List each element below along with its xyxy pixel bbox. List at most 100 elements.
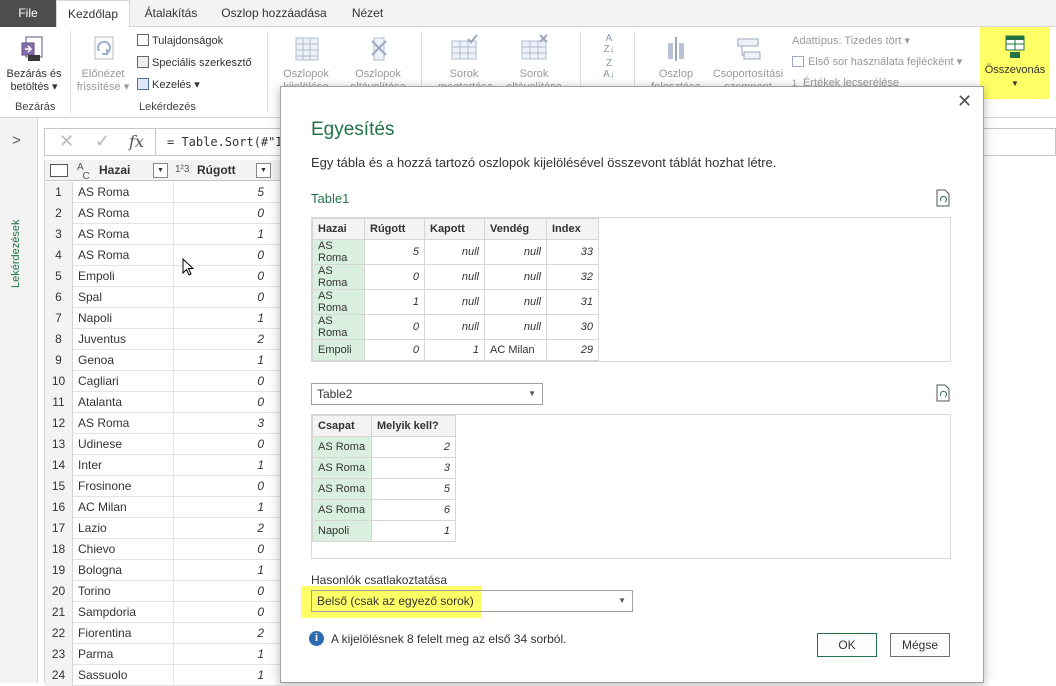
cell-team[interactable]: AS Roma	[78, 224, 129, 245]
table2-cell[interactable]: 3	[371, 457, 456, 479]
data-type-dropdown[interactable]: Adattípus: Tizedes tört ▾	[792, 33, 910, 49]
table1-cell[interactable]: null	[424, 239, 485, 265]
close-load-button[interactable]: Bezárás és betöltés ▾	[4, 33, 64, 94]
number-type-icon[interactable]: 1²3	[175, 164, 189, 175]
table1-cell[interactable]: null	[424, 314, 485, 340]
cell-team[interactable]: Juventus	[78, 329, 126, 350]
table-row[interactable]: 23 Parma 1	[45, 644, 281, 665]
group-by-button[interactable]: Csoportosítási szempont	[706, 33, 790, 94]
cell-goals[interactable]: 0	[173, 371, 272, 392]
table1-cell[interactable]: null	[484, 264, 547, 290]
table1-cell[interactable]: AS Roma	[312, 239, 365, 265]
cell-team[interactable]: AS Roma	[78, 182, 129, 203]
table1-cell[interactable]: AS Roma	[312, 264, 365, 290]
table2-cell[interactable]: 6	[371, 499, 456, 521]
cell-goals[interactable]: 5	[173, 182, 272, 203]
table2-select[interactable]: Table2 ▼	[311, 383, 543, 405]
table1-cell[interactable]: Empoli	[312, 339, 365, 361]
table-row[interactable]: 15 Frosinone 0	[45, 476, 281, 497]
cell-team[interactable]: AS Roma	[78, 203, 129, 224]
table-row[interactable]: 1 AS Roma 5	[45, 182, 281, 203]
cell-team[interactable]: Napoli	[78, 308, 112, 329]
cell-goals[interactable]: 1	[173, 350, 272, 371]
choose-columns-button[interactable]: Oszlopok kijelölése	[276, 33, 336, 94]
table1-cell[interactable]: 0	[364, 314, 425, 340]
cell-team[interactable]: Bologna	[78, 560, 122, 581]
advanced-editor-button[interactable]: Speciális szerkesztő	[137, 55, 252, 71]
table1-cell[interactable]: 32	[546, 264, 599, 290]
table1-cell[interactable]: 1	[424, 339, 485, 361]
refresh-table2-icon[interactable]	[935, 384, 951, 402]
tab-home[interactable]: Kezdőlap	[56, 0, 130, 28]
cell-goals[interactable]: 1	[173, 644, 272, 665]
split-column-button[interactable]: Oszlop felosztása	[648, 33, 704, 94]
table2-cell[interactable]: 2	[371, 436, 456, 458]
cell-goals[interactable]: 2	[173, 329, 272, 350]
table1-cell[interactable]: null	[424, 289, 485, 315]
table-row[interactable]: 10 Cagliari 0	[45, 371, 281, 392]
remove-columns-button[interactable]: Oszlopok eltávolítása	[346, 33, 410, 94]
table2-column-header[interactable]: Csapat	[312, 415, 372, 437]
table2-cell[interactable]: AS Roma	[312, 478, 372, 500]
table-row[interactable]: 19 Bologna 1	[45, 560, 281, 581]
table-row[interactable]: 2 AS Roma 0	[45, 203, 281, 224]
cell-team[interactable]: Cagliari	[78, 371, 119, 392]
cell-team[interactable]: Inter	[78, 455, 102, 476]
combine-button[interactable]: Összevonás ▼	[982, 33, 1048, 90]
table2-cell[interactable]: AS Roma	[312, 457, 372, 479]
cell-goals[interactable]: 0	[173, 476, 272, 497]
cell-goals[interactable]: 0	[173, 392, 272, 413]
cell-goals[interactable]: 1	[173, 497, 272, 518]
manage-button[interactable]: Kezelés ▾	[137, 77, 200, 93]
cell-team[interactable]: Frosinone	[78, 476, 131, 497]
cell-goals[interactable]: 0	[173, 203, 272, 224]
table2-column-header[interactable]: Melyik kell?	[371, 415, 456, 437]
table-row[interactable]: 3 AS Roma 1	[45, 224, 281, 245]
table1-cell[interactable]: 31	[546, 289, 599, 315]
sort-buttons[interactable]: A Z↓ Z A↓	[596, 33, 622, 80]
refresh-preview-button[interactable]: Előnézet frissítése ▾	[74, 33, 132, 94]
cell-team[interactable]: Spal	[78, 287, 102, 308]
cell-goals[interactable]: 1	[173, 308, 272, 329]
table-row[interactable]: 6 Spal 0	[45, 287, 281, 308]
close-icon[interactable]: ✕	[957, 91, 972, 112]
table-row[interactable]: 7 Napoli 1	[45, 308, 281, 329]
table1-cell[interactable]: 33	[546, 239, 599, 265]
tab-view[interactable]: Nézet	[345, 0, 390, 27]
table1-column-header[interactable]: Rúgott	[364, 218, 425, 240]
cancel-formula-icon[interactable]: ✕	[59, 131, 74, 152]
cell-team[interactable]: Genoa	[78, 350, 114, 371]
table1-cell[interactable]: null	[424, 264, 485, 290]
table2-cell[interactable]: Napoli	[312, 520, 372, 542]
tab-file[interactable]: File	[0, 0, 56, 27]
refresh-table1-icon[interactable]	[935, 189, 951, 207]
join-kind-select[interactable]: Belső (csak az egyező sorok) ▼	[311, 590, 633, 612]
table2-cell[interactable]: AS Roma	[312, 436, 372, 458]
table1-column-header[interactable]: Vendég	[484, 218, 547, 240]
column-header-hazai[interactable]: Hazai	[99, 163, 130, 177]
first-row-headers-button[interactable]: Első sor használata fejlécként ▾	[792, 54, 962, 70]
table-row[interactable]: 21 Sampdoria 0	[45, 602, 281, 623]
cell-team[interactable]: AC Milan	[78, 497, 127, 518]
table-row[interactable]: 18 Chievo 0	[45, 539, 281, 560]
table1-column-header[interactable]: Index	[546, 218, 599, 240]
expand-queries-icon[interactable]: >	[12, 132, 21, 149]
cell-team[interactable]: Torino	[78, 581, 111, 602]
table1-cell[interactable]: null	[484, 239, 547, 265]
tab-add-column[interactable]: Oszlop hozzáadása	[215, 0, 333, 27]
cell-goals[interactable]: 0	[173, 539, 272, 560]
confirm-formula-icon[interactable]: ✓	[95, 131, 110, 152]
table1-cell[interactable]: 5	[364, 239, 425, 265]
column-header-rugott[interactable]: Rúgott	[197, 163, 236, 177]
table1-cell[interactable]: null	[484, 289, 547, 315]
table-row[interactable]: 22 Fiorentina 2	[45, 623, 281, 644]
table1-column-header[interactable]: Kapott	[424, 218, 485, 240]
table1-cell[interactable]: 0	[364, 264, 425, 290]
filter-hazai-icon[interactable]: ▼	[153, 163, 168, 178]
table-row[interactable]: 13 Udinese 0	[45, 434, 281, 455]
table1-cell[interactable]: AS Roma	[312, 289, 365, 315]
table-row[interactable]: 17 Lazio 2	[45, 518, 281, 539]
table-row[interactable]: 8 Juventus 2	[45, 329, 281, 350]
cell-team[interactable]: Lazio	[78, 518, 107, 539]
tab-transform[interactable]: Átalakítás	[136, 0, 206, 27]
